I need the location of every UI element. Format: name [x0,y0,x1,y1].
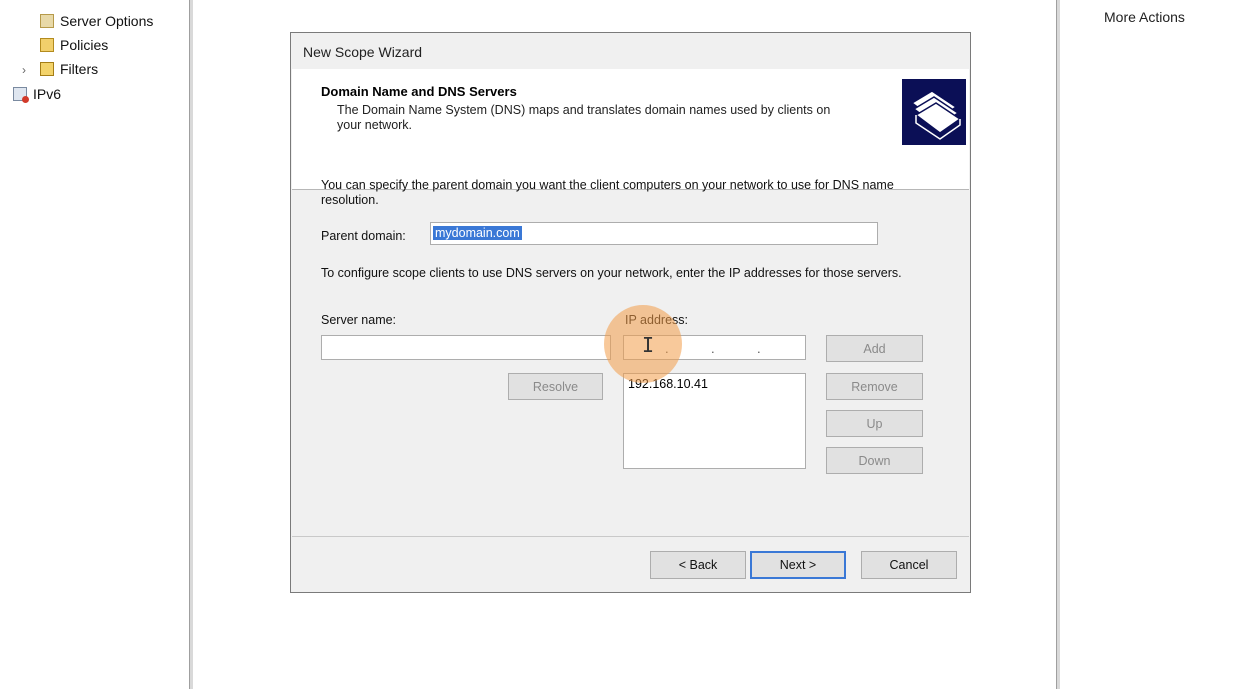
add-button[interactable]: Add [826,335,923,362]
wizard-title: New Scope Wizard [303,44,423,60]
tree-item-label: IPv6 [33,86,62,102]
tree-item-server-options[interactable]: Server Options [40,13,153,29]
server-name-label: Server name: [321,313,397,327]
dns-servers-text: To configure scope clients to use DNS se… [321,266,902,280]
tree-item-policies[interactable]: Policies [40,37,108,53]
parent-domain-field[interactable]: mydomain.com [430,222,878,245]
up-button[interactable]: Up [826,410,923,437]
remove-button[interactable]: Remove [826,373,923,400]
resolve-button[interactable]: Resolve [508,373,603,400]
tree-item-filters[interactable]: Filters [40,61,98,77]
text-cursor-icon: I [642,333,655,357]
cancel-button[interactable]: Cancel [861,551,957,579]
right-pane-splitter[interactable] [1056,0,1060,689]
tree-item-ipv6[interactable]: IPv6 [13,86,62,103]
parent-domain-value: mydomain.com [433,226,522,240]
filters-icon [40,62,54,76]
new-scope-wizard-dialog: New Scope Wizard Domain Name and DNS Ser… [290,32,971,593]
chevron-right-icon[interactable]: › [22,63,26,77]
more-actions-link[interactable]: More Actions [1104,9,1185,25]
back-button[interactable]: < Back [650,551,746,579]
tree-item-label: Filters [60,61,99,77]
parent-domain-label: Parent domain: [321,229,406,243]
tree-item-label: Policies [60,37,109,53]
left-pane-splitter[interactable] [189,0,193,689]
page-title: Domain Name and DNS Servers [321,84,517,99]
ip-octet-separator: . [711,341,715,356]
down-button[interactable]: Down [826,447,923,474]
policies-icon [40,38,54,52]
folders-icon [902,79,966,145]
page-description: The Domain Name System (DNS) maps and tr… [337,103,831,132]
dns-server-list[interactable]: 192.168.10.41 [623,373,806,469]
server-name-field[interactable] [321,335,611,360]
footer-divider [292,536,969,537]
server-options-icon [40,14,54,28]
tree-item-label: Server Options [60,13,154,29]
next-button[interactable]: Next > [750,551,846,579]
ip-octet-separator: . [757,341,761,356]
ipv6-icon [13,87,29,103]
intro-text: You can specify the parent domain you wa… [321,178,894,207]
